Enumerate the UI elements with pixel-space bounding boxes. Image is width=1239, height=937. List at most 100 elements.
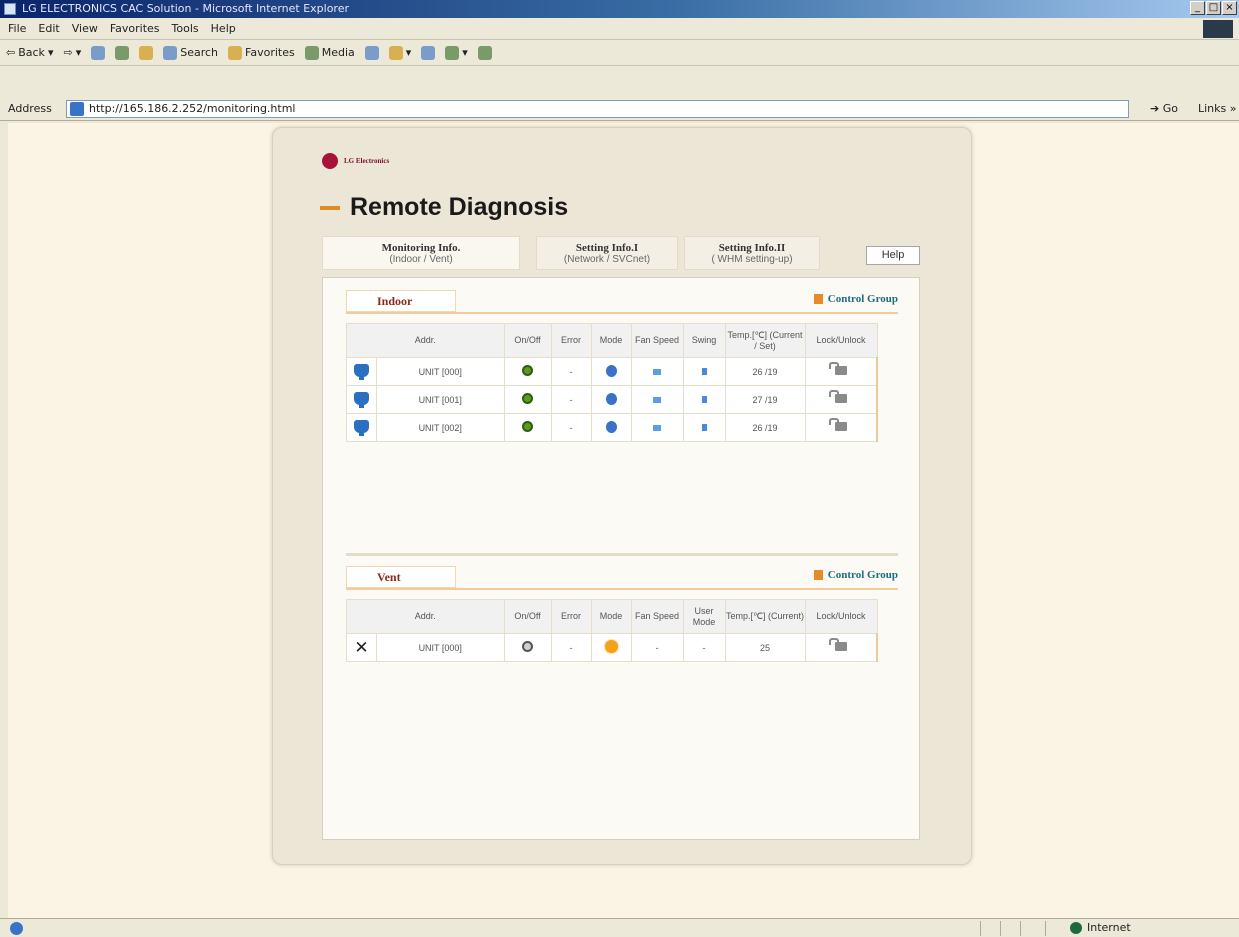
swing-icon (701, 367, 707, 375)
lock-cell[interactable] (804, 633, 878, 662)
status-divider (1020, 921, 1021, 936)
mail-button[interactable]: ▾ (388, 40, 411, 66)
tab-setting-info-1[interactable]: Setting Info.I (Network / SVCnet) (536, 236, 678, 270)
vent-table: Addr. On/Off Error Mode Fan Speed User M… (346, 599, 878, 662)
addr-cell: UNIT [002] (376, 413, 505, 442)
menu-tools[interactable]: Tools (172, 18, 199, 39)
home-icon (139, 45, 154, 60)
history-button[interactable] (364, 45, 379, 60)
minimize-button[interactable]: _ (1190, 1, 1205, 15)
maximize-button[interactable]: □ (1206, 1, 1221, 15)
addr-cell: UNIT [000] (376, 357, 505, 386)
addr-cell: UNIT [000] (376, 633, 505, 662)
power-on-icon (522, 421, 533, 432)
lg-logo: LG Electronics (322, 153, 389, 169)
power-on-icon (522, 393, 533, 404)
media-button[interactable]: Media (304, 40, 355, 66)
discuss-button[interactable] (477, 45, 492, 60)
lock-cell[interactable] (804, 357, 878, 386)
addr-cell: UNIT [001] (376, 385, 505, 414)
search-icon (163, 45, 178, 60)
fan-cell[interactable] (630, 385, 684, 414)
address-input[interactable]: http://165.186.2.252/monitoring.html (66, 100, 1129, 118)
vent-unit-icon: ✕ (354, 637, 369, 658)
ie-app-icon (4, 3, 16, 15)
favorites-label: Favorites (245, 45, 295, 59)
lock-cell[interactable] (804, 385, 878, 414)
table-row[interactable]: UNIT [000] - 26 /19 (346, 357, 878, 386)
close-button[interactable]: × (1222, 1, 1237, 15)
forward-button[interactable]: ⇨ ▾ (63, 40, 81, 66)
print-button[interactable] (421, 45, 436, 60)
col-lock: Lock/Unlock (804, 599, 878, 634)
menu-favorites[interactable]: Favorites (110, 18, 160, 39)
unit-cell: ✕ (346, 633, 377, 662)
home-button[interactable] (139, 45, 154, 60)
unit-cell (346, 413, 377, 442)
fan-cell[interactable] (630, 357, 684, 386)
table-row[interactable]: UNIT [001] - 27 /19 (346, 385, 878, 414)
mode-cell[interactable] (590, 413, 632, 442)
tab-title: Setting Info.II (718, 242, 786, 254)
table-row[interactable]: UNIT [002] - 26 /19 (346, 413, 878, 442)
section-divider (346, 553, 898, 556)
onoff-cell[interactable] (503, 385, 552, 414)
mode-cell[interactable] (590, 633, 632, 662)
fan-speed-icon (653, 424, 661, 431)
page-icon (70, 102, 84, 116)
col-error: Error (550, 323, 592, 358)
back-button[interactable]: ⇦ Back ▾ (6, 40, 53, 66)
unit-cell (346, 357, 377, 386)
print-icon (421, 45, 436, 60)
links-button[interactable]: Links » (1198, 97, 1237, 121)
lock-cell[interactable] (804, 413, 878, 442)
error-cell: - (550, 413, 592, 442)
swing-icon (701, 395, 707, 403)
menu-file[interactable]: File (8, 18, 26, 39)
tab-setting-info-2[interactable]: Setting Info.II ( WHM setting-up) (684, 236, 820, 270)
col-onoff: On/Off (503, 323, 552, 358)
col-addr: Addr. (346, 323, 505, 358)
status-divider (1000, 921, 1001, 936)
mode-cell[interactable] (590, 357, 632, 386)
onoff-cell[interactable] (503, 357, 552, 386)
indoor-label: Indoor (346, 290, 456, 312)
toolbar: ⇦ Back ▾ ⇨ ▾ Search Favorites Media ▾ ▾ (0, 40, 1239, 66)
onoff-cell[interactable] (503, 633, 552, 662)
menu-edit[interactable]: Edit (38, 18, 59, 39)
table-row[interactable]: ✕ UNIT [000] - - - 25 (346, 633, 878, 662)
fan-cell: - (630, 633, 684, 662)
go-button[interactable]: ➔ Go (1150, 97, 1178, 121)
cool-mode-icon (605, 392, 617, 405)
tab-subtitle: (Network / SVCnet) (563, 254, 651, 265)
onoff-cell[interactable] (503, 413, 552, 442)
address-url: http://165.186.2.252/monitoring.html (89, 102, 296, 115)
table-header-row: Addr. On/Off Error Mode Fan Speed User M… (346, 599, 878, 634)
vent-control-group-link[interactable]: Control Group (813, 569, 898, 581)
swing-cell[interactable] (682, 357, 726, 386)
temp-cell: 26 /19 (724, 413, 806, 442)
cool-mode-icon (605, 364, 617, 377)
help-button[interactable]: Help (866, 246, 920, 265)
info-tabs: Monitoring Info. (Indoor / Vent) Setting… (322, 236, 920, 272)
swing-cell[interactable] (682, 385, 726, 414)
refresh-button[interactable] (115, 45, 130, 60)
menu-view[interactable]: View (72, 18, 98, 39)
swing-cell[interactable] (682, 413, 726, 442)
tab-monitoring-info[interactable]: Monitoring Info. (Indoor / Vent) (322, 236, 520, 270)
indoor-unit-icon (354, 392, 369, 408)
edit-button[interactable]: ▾ (445, 40, 468, 66)
mode-cell[interactable] (590, 385, 632, 414)
zone-label: Internet (1087, 921, 1131, 934)
menu-help[interactable]: Help (211, 18, 236, 39)
fan-cell[interactable] (630, 413, 684, 442)
indoor-header-line (346, 312, 898, 314)
indoor-control-group-link[interactable]: Control Group (813, 293, 898, 305)
temp-cell: 27 /19 (724, 385, 806, 414)
search-button[interactable]: Search (163, 40, 218, 66)
media-icon (304, 45, 319, 60)
stop-button[interactable] (91, 45, 106, 60)
col-mode: Mode (590, 599, 632, 634)
favorites-button[interactable]: Favorites (228, 40, 295, 66)
heat-mode-icon (604, 640, 618, 653)
